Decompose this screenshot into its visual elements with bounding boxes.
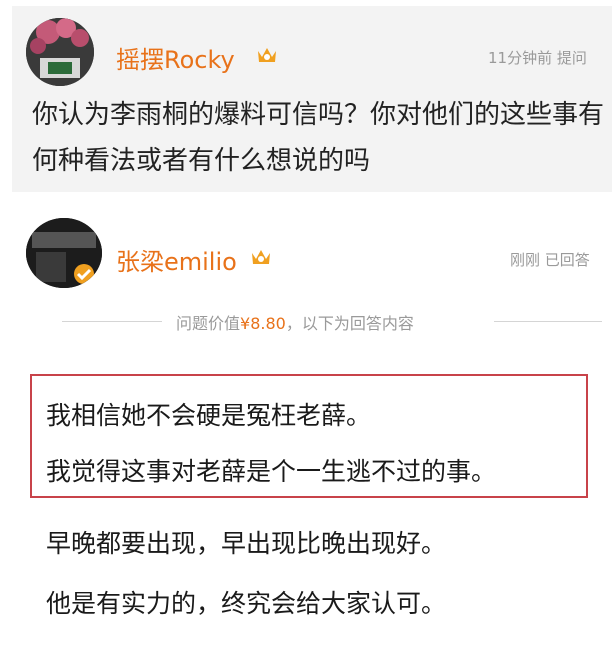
question-value-prefix: 问题价值 [176,314,241,333]
answerer-avatar[interactable] [26,218,102,288]
answer-line: 我相信她不会硬是冤枉老薛。 [46,401,372,430]
question-price: ¥8.80 [240,314,286,333]
divider-line [62,321,162,322]
question-text: 你认为李雨桐的爆料可信吗？你对他们的这些事有何种看法或者有什么想说的吗 [32,100,605,176]
answer-line: 早晚都要出现，早出现比晚出现好。 [46,529,447,558]
asker-name[interactable]: 摇摆Rocky [116,40,235,75]
asker-avatar[interactable] [26,18,94,86]
divider-line [494,321,602,322]
answer-divider: 问题价值¥8.80，以下为回答内容 [62,314,602,333]
answerer-name[interactable]: 张梁emilio [116,242,237,277]
crown-badge-icon [258,48,276,62]
answer-line: 我觉得这事对老薛是个一生逃不过的事。 [46,457,497,486]
crown-badge-icon [252,250,270,264]
question-value-suffix: ，以下为回答内容 [285,314,414,333]
answer-line: 他是有实力的，终究会给大家认可。 [46,589,447,618]
answer-meta: 刚刚 已回答 [510,251,590,269]
question-meta: 11分钟前 提问 [488,49,587,67]
question-value-text: 问题价值¥8.80，以下为回答内容 [176,310,414,334]
